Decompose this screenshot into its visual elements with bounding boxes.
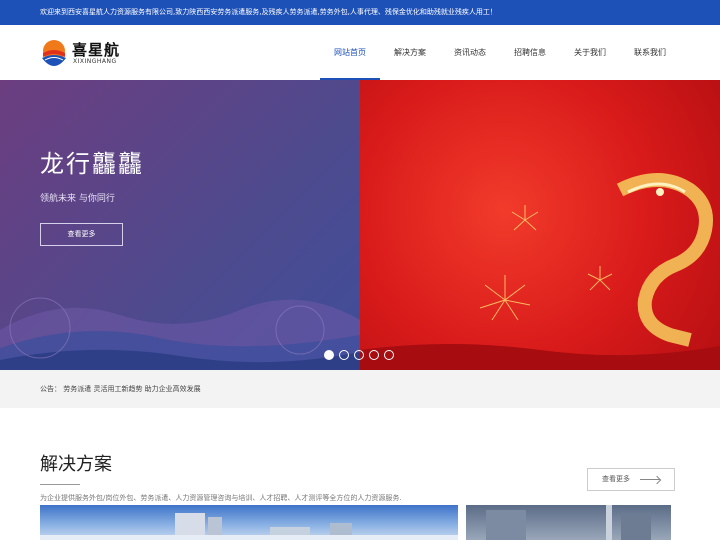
notice-bar: 公告： 劳务派遣 灵活用工新趋势 助力企业高效发展	[0, 370, 720, 408]
site-logo[interactable]: 喜星航 XIXINGHANG	[40, 37, 120, 69]
welcome-text: 欢迎来到西安喜星航人力资源服务有限公司,致力陕西西安劳务派遣服务,及残疾人劳务派…	[40, 8, 497, 16]
nav-item-news[interactable]: 资讯动态	[440, 25, 500, 80]
solutions-title: 解决方案	[40, 454, 112, 475]
solutions-more-label: 查看更多	[602, 475, 630, 483]
hero-subtitle: 领航未来 与你同行	[40, 194, 115, 204]
hero-title: 龙行龘龘	[40, 150, 144, 178]
solution-image-2[interactable]	[466, 505, 671, 540]
carousel-dot-1[interactable]	[324, 350, 334, 360]
logo-icon	[42, 40, 66, 66]
main-nav: 网站首页 解决方案 资讯动态 招聘信息 关于我们 联系我们	[320, 25, 680, 80]
nav-item-contact[interactable]: 联系我们	[620, 25, 680, 80]
notice-text[interactable]: 公告： 劳务派遣 灵活用工新趋势 助力企业高效发展	[40, 385, 201, 393]
dragon-illustration	[360, 173, 720, 370]
carousel-dot-2[interactable]	[339, 350, 349, 360]
site-header: 喜星航 XIXINGHANG 网站首页 解决方案 资讯动态 招聘信息 关于我们 …	[0, 25, 720, 80]
carousel-dots	[324, 350, 394, 360]
solutions-description: 为企业提供服务外包/岗位外包、劳务派遣、人力资源管理咨询与培训、人才招聘、人才测…	[40, 494, 402, 502]
logo-name-cn: 喜星航	[72, 41, 121, 59]
top-welcome-bar: 欢迎来到西安喜星航人力资源服务有限公司,致力陕西西安劳务派遣服务,及残疾人劳务派…	[0, 0, 720, 25]
hero-banner: 龙行龘龘 领航未来 与你同行 查看更多	[0, 80, 720, 370]
solutions-title-underline	[40, 484, 80, 485]
nav-item-home[interactable]: 网站首页	[320, 25, 380, 80]
city-skyline-image	[40, 513, 458, 540]
solutions-more-button[interactable]: 查看更多	[587, 468, 675, 491]
carousel-dot-3[interactable]	[354, 350, 364, 360]
carousel-dot-5[interactable]	[384, 350, 394, 360]
solution-image-1[interactable]	[40, 505, 458, 540]
nav-item-recruitment[interactable]: 招聘信息	[500, 25, 560, 80]
logo-name-en: XIXINGHANG	[73, 58, 117, 65]
arrow-right-icon	[640, 479, 660, 480]
hero-more-button[interactable]: 查看更多	[40, 223, 123, 246]
office-interior-image	[486, 505, 651, 540]
banner-right-panel	[360, 80, 720, 370]
carousel-dot-4[interactable]	[369, 350, 379, 360]
nav-item-solutions[interactable]: 解决方案	[380, 25, 440, 80]
nav-item-about[interactable]: 关于我们	[560, 25, 620, 80]
